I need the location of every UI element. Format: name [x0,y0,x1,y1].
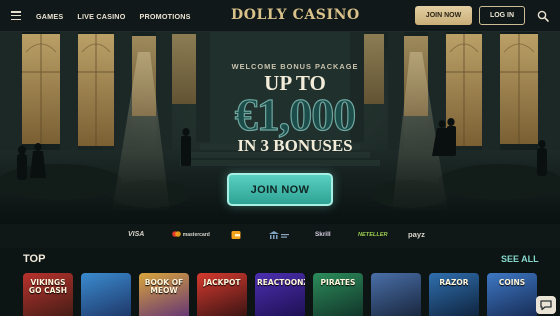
game-title: REACTOONZ [257,278,305,287]
wallet-logo [231,230,241,242]
main-nav: GAMES LIVE CASINO PROMOTIONS [36,0,191,32]
game-title: COINS [498,278,526,287]
nav-games[interactable]: GAMES [36,12,63,21]
top-navigation-bar: GAMES LIVE CASINO PROMOTIONS DOLLY CASIN… [0,0,560,32]
promo-amount: €1,000 [234,89,357,140]
game-tile[interactable]: RAZOR [429,273,479,316]
promo-subtitle: WELCOME BONUS PACKAGE [231,62,359,71]
neteller-logo: NETELLER [358,232,388,238]
game-title: RAZOR [439,278,469,287]
wallet-icon [231,231,241,239]
game-tile[interactable] [81,273,131,316]
see-all-link[interactable]: SEE ALL [501,254,539,264]
game-title: PIRATES [320,278,356,287]
join-now-button[interactable]: JOIN NOW [415,6,472,25]
hero-join-now-button[interactable]: JOIN NOW [227,173,333,206]
skrill-logo: Skrill [315,231,331,238]
game-tile[interactable]: BOOK OF MEOW [139,273,189,316]
payz-logo: payz [408,230,425,239]
game-tile[interactable]: VIKINGS GO CASH [23,273,73,316]
search-icon[interactable] [537,10,549,22]
chat-icon[interactable] [536,296,556,314]
game-tile[interactable]: COINS [487,273,537,316]
bank-transfer-logo [268,230,290,242]
game-title: BOOK OF MEOW [144,278,184,295]
promo-bonus-count: IN 3 BONUSES [237,136,353,155]
game-tile[interactable]: PIRATES [313,273,363,316]
game-title: JACKPOT [203,278,241,287]
visa-logo: VISA [128,231,145,238]
game-tile[interactable] [371,273,421,316]
mastercard-logo: mastercard [172,231,210,238]
top-games-section: TOP SEE ALL VIKINGS GO CASH BOOK OF MEOW J… [0,248,560,316]
mastercard-circles-icon [172,231,181,237]
payment-methods-bar: VISA mastercard Skrill NETELLER payz [0,224,560,248]
welcome-bonus-promo: WELCOME BONUS PACKAGE UP TO €1,000 IN 3 … [170,62,420,156]
nav-promotions[interactable]: PROMOTIONS [140,12,191,21]
game-tile[interactable]: REACTOONZ [255,273,305,316]
bank-icon [269,231,289,239]
game-tile[interactable]: JACKPOT [197,273,247,316]
login-button[interactable]: LOG IN [479,6,525,25]
mastercard-label: mastercard [182,232,210,238]
nav-live-casino[interactable]: LIVE CASINO [77,12,125,21]
section-title: TOP [23,253,46,265]
hamburger-icon[interactable] [11,11,21,21]
game-title: VIKINGS GO CASH [28,278,68,295]
hero-banner: WELCOME BONUS PACKAGE UP TO €1,000 IN 3 … [0,32,560,224]
casino-logo[interactable]: DOLLY CASINO [231,7,360,23]
